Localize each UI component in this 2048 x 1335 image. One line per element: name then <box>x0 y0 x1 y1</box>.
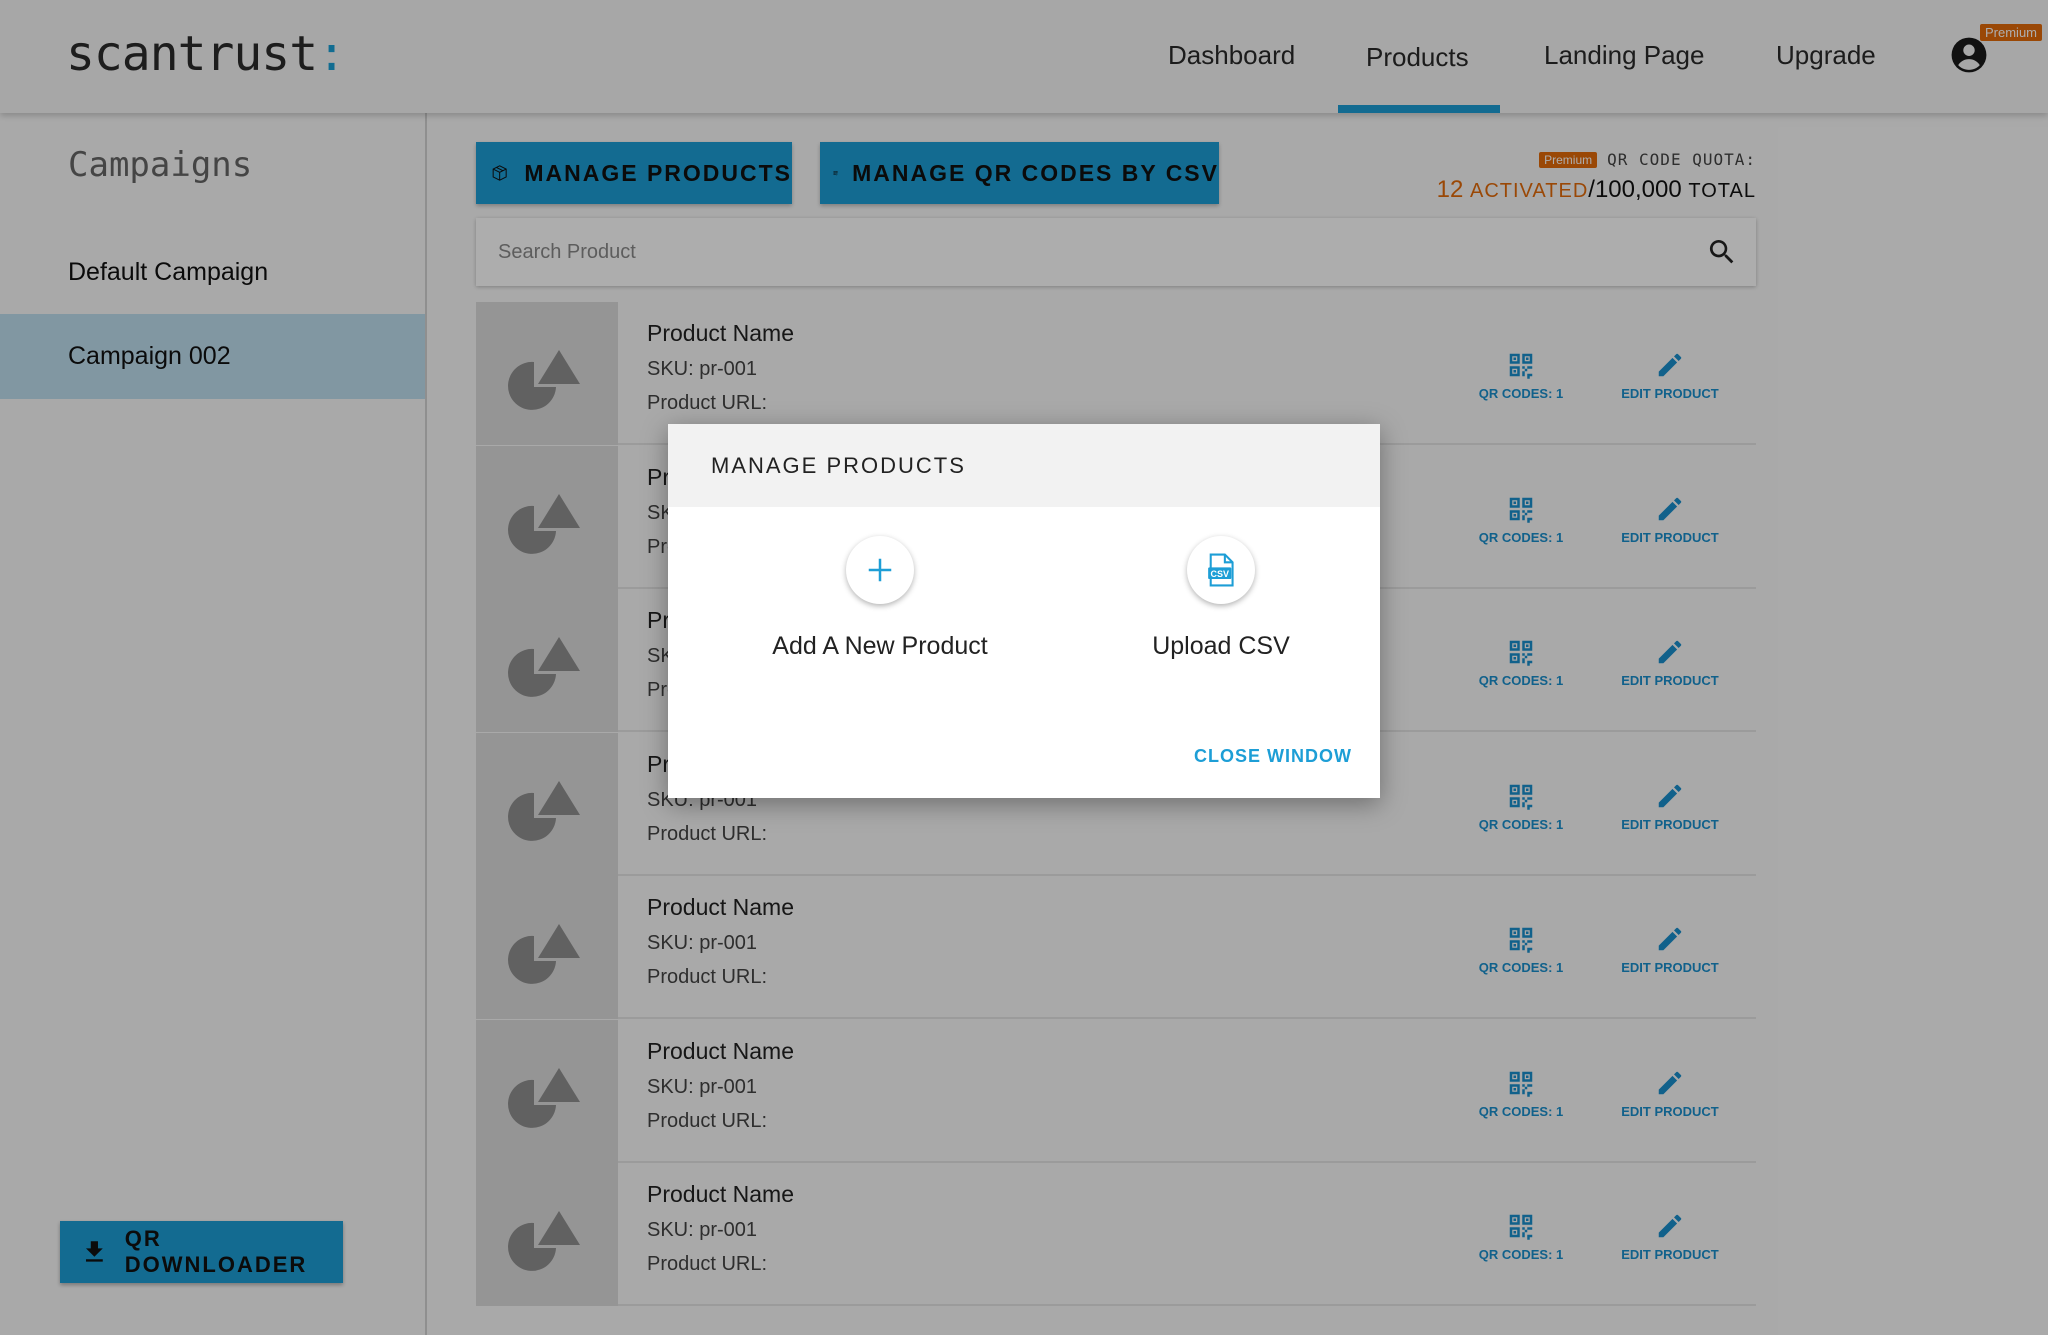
plus-icon <box>868 558 892 582</box>
add-product-option[interactable]: Add A New Product <box>750 536 1010 661</box>
close-window-button[interactable]: CLOSE WINDOW <box>1194 746 1352 767</box>
csv-file-icon: CSV <box>1208 553 1234 587</box>
add-product-label: Add A New Product <box>772 632 988 660</box>
upload-csv-option[interactable]: CSV Upload CSV <box>1091 536 1351 661</box>
manage-products-dialog: MANAGE PRODUCTS Add A New Product CSV Up… <box>668 424 1380 798</box>
upload-csv-button[interactable]: CSV <box>1187 536 1255 604</box>
csv-icon-text: CSV <box>1210 569 1229 579</box>
add-product-button[interactable] <box>846 536 914 604</box>
upload-csv-label: Upload CSV <box>1152 632 1290 660</box>
dialog-title: MANAGE PRODUCTS <box>668 424 1380 507</box>
